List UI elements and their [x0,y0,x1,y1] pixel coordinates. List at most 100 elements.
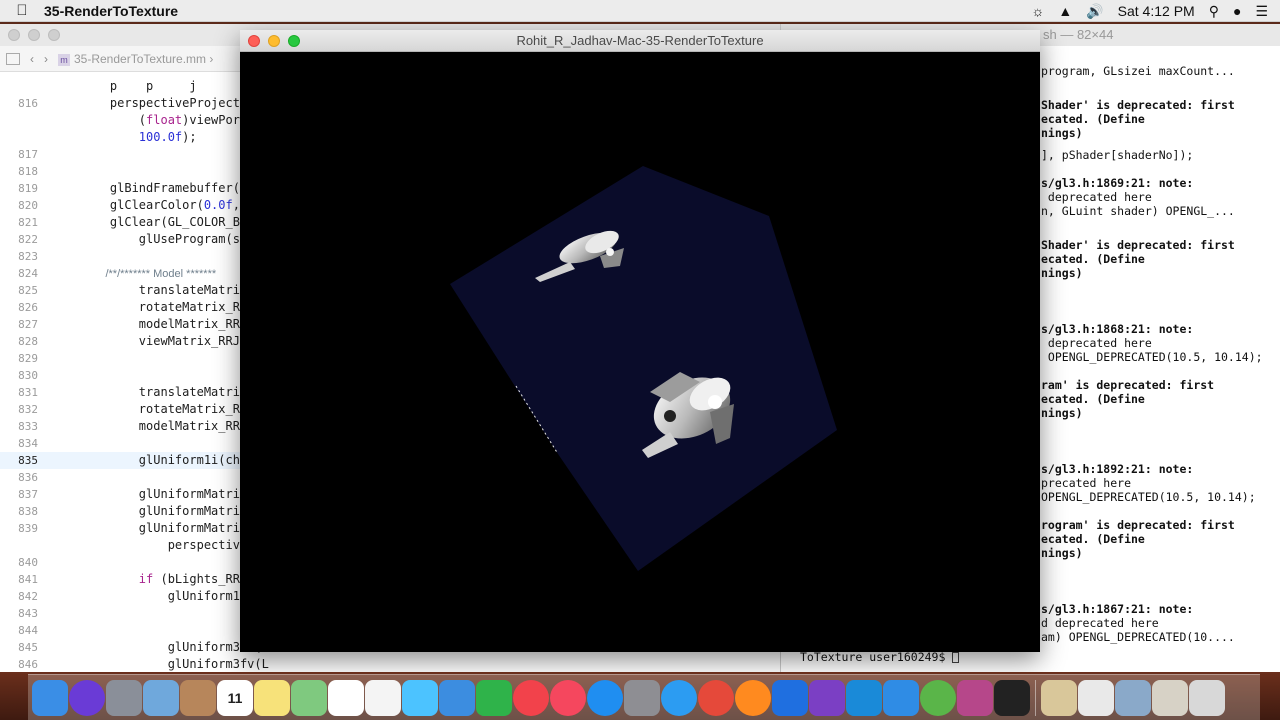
trash-icon[interactable] [1189,679,1225,716]
line-number: 819 [18,182,38,195]
firefox-icon[interactable] [735,679,771,716]
code-line[interactable]: 846 glUniform3fv(L [0,656,680,673]
line-number: 837 [18,488,38,501]
terminal-line: ecated. (Define [1041,252,1145,266]
chrome-icon[interactable] [698,679,734,716]
keynote-icon[interactable] [439,679,475,716]
visual-studio-icon[interactable] [809,679,845,716]
breadcrumb-file[interactable]: 35-RenderToTexture.mm [74,52,206,66]
dropbox-icon[interactable] [772,679,808,716]
xcode-close-button[interactable] [8,29,20,41]
objc-file-icon: m [58,53,70,66]
line-number: 844 [18,624,38,637]
line-number: 841 [18,573,38,586]
terminal-line: s/gl3.h:1868:21: note: [1041,322,1194,336]
terminal-line: OPENGL_DEPRECATED(10.5, 10.14); [1041,350,1263,364]
safari-icon[interactable] [661,679,697,716]
spotlight-search-icon[interactable]: ⚲ [1209,3,1219,20]
terminal-line: OPENGL_DEPRECATED(10.5, 10.14); [1041,490,1256,504]
terminal-line: ecated. (Define [1041,112,1145,126]
line-number: 822 [18,233,38,246]
affinity-icon[interactable] [957,679,993,716]
line-number: 830 [18,369,38,382]
xcode-icon[interactable] [883,679,919,716]
utilities-icon[interactable] [1152,679,1188,716]
line-number: 820 [18,199,38,212]
siri-menu-icon[interactable]: ● [1233,3,1241,19]
messages-icon[interactable] [402,679,438,716]
breadcrumb[interactable]: m 35-RenderToTexture.mm › [58,52,213,66]
code-text: 100.0f); [138,130,197,144]
line-number: 821 [18,216,38,229]
terminal-line: rogram' is deprecated: first [1041,518,1235,532]
back-arrow-icon[interactable]: ‹ [30,52,34,66]
prompt-text: ToTexture user160249$ [800,650,953,664]
launchpad-icon[interactable] [106,679,142,716]
line-number: 840 [18,556,38,569]
vscode-icon[interactable] [846,679,882,716]
terminal-line: n, GLuint shader) OPENGL_... [1041,204,1235,218]
clock[interactable]: Sat 4:12 PM [1118,3,1195,19]
line-number: 828 [18,335,38,348]
terminal-line: nings) [1041,546,1083,560]
terminal-line: s/gl3.h:1867:21: note: [1041,602,1194,616]
maps-icon[interactable] [291,679,327,716]
render-canvas[interactable] [240,52,1040,652]
line-number: 839 [18,522,38,535]
terminal-line: s/gl3.h:1892:21: note: [1041,462,1194,476]
close-button[interactable] [248,35,260,47]
apple-menu-icon[interactable]:  [0,2,44,19]
siri-icon[interactable] [69,679,105,716]
news-icon[interactable] [513,679,549,716]
terminal-line: program, GLsizei maxCount... [1041,64,1235,78]
wifi-icon[interactable]: ▲ [1058,3,1072,19]
xcode-minimize-button[interactable] [28,29,40,41]
numbers-icon[interactable] [476,679,512,716]
related-items-icon[interactable] [6,52,20,65]
photos-icon[interactable] [365,679,401,716]
app-menu-name[interactable]: 35-RenderToTexture [44,3,178,19]
calendar-icon[interactable]: 11 [217,679,253,716]
notification-center-icon[interactable]: ☰ [1255,3,1268,20]
terminal-icon[interactable] [994,679,1030,716]
zoom-button[interactable] [288,35,300,47]
line-number: 827 [18,318,38,331]
terminal-line: nings) [1041,266,1083,280]
line-number: 836 [18,471,38,484]
xcode-zoom-button[interactable] [48,29,60,41]
creative-cloud-icon[interactable]: ☼ [1032,3,1045,19]
reminders-icon[interactable] [328,679,364,716]
finder-icon[interactable] [32,679,68,716]
downloads-folder-icon[interactable] [1041,679,1077,716]
line-number: 842 [18,590,38,603]
forward-arrow-icon[interactable]: › [44,52,48,66]
documents-icon[interactable] [1078,679,1114,716]
volume-icon[interactable]: 🔊 [1086,3,1103,20]
line-number: 831 [18,386,38,399]
minimize-button[interactable] [268,35,280,47]
terminal-line: d deprecated here [1041,616,1159,630]
line-number: 845 [18,641,38,654]
terminal-line: Shader' is deprecated: first [1041,238,1235,252]
android-studio-icon[interactable] [920,679,956,716]
line-number: 823 [18,250,38,263]
terminal-line: deprecated here [1041,190,1152,204]
terminal-line: ], pShader[shaderNo]); [1041,148,1194,162]
status-area: ☼ ▲ 🔊 Sat 4:12 PM ⚲ ● ☰ [1032,0,1280,22]
preview2-icon[interactable] [1115,679,1151,716]
contacts-icon[interactable] [180,679,216,716]
system-preferences-icon[interactable] [624,679,660,716]
line-number: 846 [18,658,38,671]
terminal-line: ecated. (Define [1041,532,1145,546]
notes-icon[interactable] [254,679,290,716]
line-number: 816 [18,97,38,110]
app-store-icon[interactable] [587,679,623,716]
terminal-line: ram' is deprecated: first [1041,378,1215,392]
line-number: 832 [18,403,38,416]
preview-icon[interactable] [143,679,179,716]
code-text: /**/******* Model ******* [81,268,217,280]
terminal-prompt[interactable]: ToTexture user160249$ [800,650,960,664]
line-number: 817 [18,148,38,161]
terminal-line: am) OPENGL_DEPRECATED(10.... [1041,630,1235,644]
music-icon[interactable] [550,679,586,716]
